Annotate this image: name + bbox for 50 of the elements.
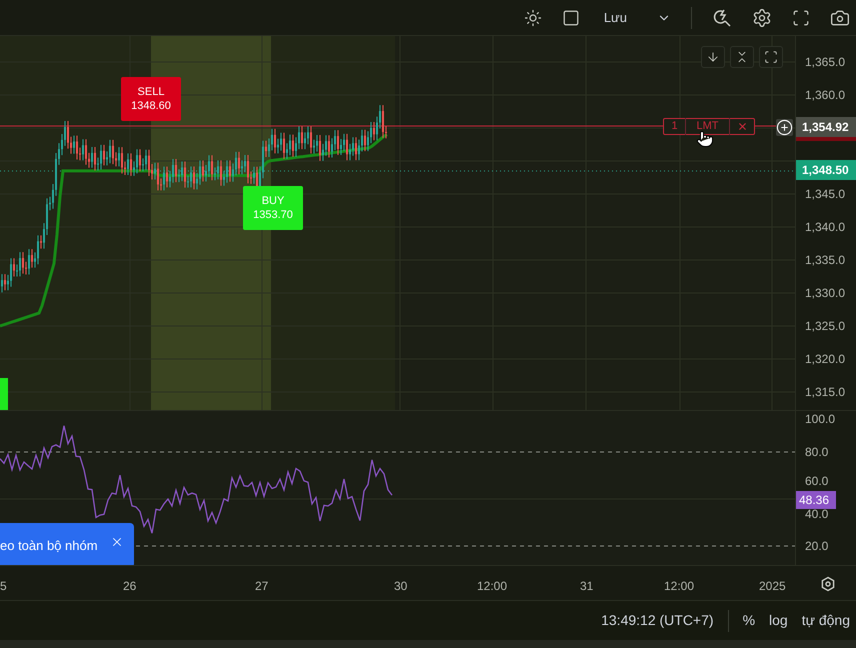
axis-label: 1,330.0 — [805, 285, 846, 301]
axis-label: 40.0 — [805, 506, 828, 522]
theme-icon[interactable] — [524, 8, 542, 26]
sell-marker: SELL 1348.60 — [121, 77, 181, 121]
signal-marker — [0, 378, 8, 410]
scroll-down-button[interactable] — [701, 46, 725, 68]
time-label: 12:00 — [664, 578, 694, 595]
axis-label: 60.0 — [805, 473, 828, 489]
axis-label: 1,365.0 — [805, 54, 846, 70]
axis-label: 1,340.0 — [805, 219, 846, 235]
time-label: 2025 — [759, 578, 786, 595]
axis-label: 20.0 — [805, 538, 828, 554]
time-label: 12:00 — [477, 578, 508, 595]
close-icon[interactable] — [737, 121, 748, 132]
notification-text: eo toàn bộ nhóm — [0, 536, 98, 555]
axis-label: 1,360.0 — [805, 87, 846, 103]
frame-button[interactable] — [759, 46, 783, 68]
scale-toggle[interactable]: tự động — [802, 610, 850, 631]
camera-icon[interactable] — [830, 8, 850, 28]
axis-label: 1,335.0 — [805, 252, 846, 268]
time-label: 26 — [123, 578, 136, 595]
collapse-button[interactable] — [730, 46, 754, 68]
time-label: 30 — [394, 578, 408, 595]
price-tag: 1,348.50 — [796, 160, 856, 180]
time-label: 5 — [0, 578, 7, 595]
axis-label: 1,315.0 — [805, 384, 846, 400]
axis-label: 80.0 — [805, 444, 828, 460]
rsi-value-tag: 48.36 — [796, 491, 836, 509]
fullscreen-icon[interactable] — [792, 8, 810, 26]
search-lightning-icon[interactable] — [712, 8, 732, 28]
buy-marker: BUY 1353.70 — [243, 186, 303, 230]
frame-icon — [764, 50, 778, 64]
hand-cursor-icon — [696, 128, 714, 150]
save-layout-dropdown[interactable]: Lưu — [604, 8, 671, 28]
settings-icon[interactable] — [820, 576, 836, 592]
settings-icon[interactable] — [752, 8, 772, 28]
scale-toggle[interactable]: % — [742, 610, 756, 631]
price-tag: 1,354.92 — [796, 117, 856, 137]
time-label: 31 — [580, 578, 594, 595]
order-quantity: 1 — [664, 118, 686, 135]
scroll-down-icon — [706, 50, 720, 64]
axis-label: 1,345.0 — [805, 186, 846, 202]
axis-label: 1,325.0 — [805, 318, 846, 334]
layout-icon[interactable] — [562, 8, 580, 26]
time-label: 27 — [255, 578, 268, 595]
scale-toggle[interactable]: log — [769, 610, 788, 631]
axis-label: 100.0 — [805, 411, 836, 427]
clock-text: 13:49:12 (UTC+7) — [601, 611, 714, 630]
axis-label: 1,320.0 — [805, 351, 846, 367]
add-order-icon[interactable] — [776, 119, 793, 136]
